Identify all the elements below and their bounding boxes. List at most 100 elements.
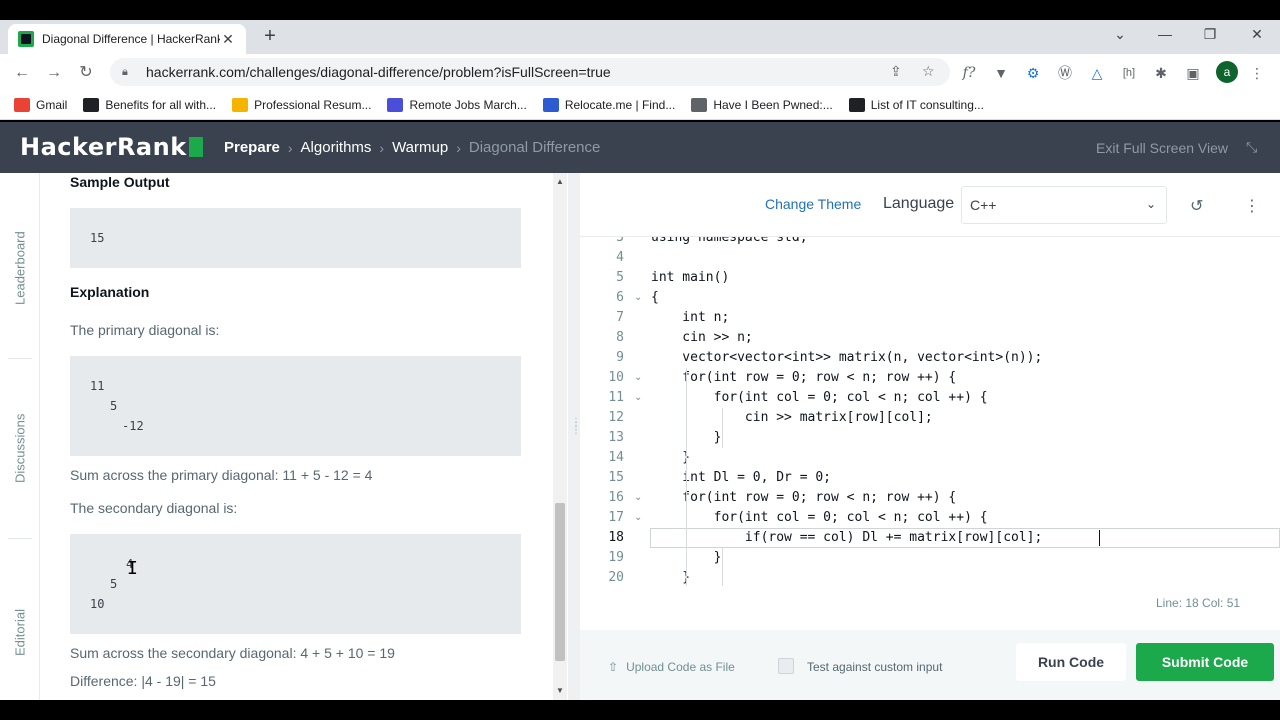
cursor-position: Line: 18 Col: 51 bbox=[1156, 596, 1241, 610]
fold-chevron-icon[interactable]: ⌄ bbox=[634, 392, 642, 403]
address-bar[interactable]: 🔒︎ hackerrank.com/challenges/diagonal-di… bbox=[110, 58, 950, 86]
panel-splitter[interactable]: ⋮ ⋮ ⋮ bbox=[568, 173, 581, 700]
line-number: 7 bbox=[616, 310, 624, 325]
line-number: 17 bbox=[608, 510, 624, 525]
tab-leaderboard[interactable]: Leaderboard bbox=[0, 213, 40, 323]
change-theme-link[interactable]: Change Theme bbox=[765, 196, 861, 212]
settings-extension-icon[interactable]: ⚙ bbox=[1024, 64, 1042, 82]
bookmark-item[interactable]: List of IT consulting... bbox=[848, 97, 984, 112]
crumb-current: Diagonal Difference bbox=[468, 139, 601, 156]
bookmark-item[interactable]: Professional Resum... bbox=[232, 97, 371, 112]
line-number: 5 bbox=[616, 270, 624, 285]
custom-input-checkbox[interactable] bbox=[778, 658, 794, 674]
browser-toolbar: ← → ↻ 🔒︎ hackerrank.com/challenges/diago… bbox=[0, 54, 1280, 90]
bookmark-favicon-icon bbox=[848, 97, 865, 112]
crumb-prepare[interactable]: Prepare bbox=[224, 139, 280, 156]
tab-editorial[interactable]: Editorial bbox=[0, 583, 40, 683]
restore-icon[interactable]: ❐ bbox=[1200, 26, 1220, 43]
browser-menu-icon[interactable]: ⋮ bbox=[1248, 64, 1266, 82]
bookmark-favicon-icon bbox=[542, 97, 559, 112]
line-number: 4 bbox=[616, 250, 624, 265]
line-number: 3 bbox=[616, 237, 624, 245]
primary-sum-text: Sum across the primary diagonal: 11 + 5 … bbox=[70, 467, 373, 483]
bookmark-label: Gmail bbox=[36, 97, 68, 112]
scroll-thumb[interactable] bbox=[555, 503, 565, 661]
lock-icon: 🔒︎ bbox=[122, 66, 128, 78]
tab-search-icon[interactable]: ⌄ bbox=[1110, 26, 1130, 43]
new-tab-button[interactable]: + bbox=[260, 26, 280, 46]
submit-code-button[interactable]: Submit Code bbox=[1136, 643, 1274, 681]
code-line: for(int col = 0; col < n; col ++) { bbox=[651, 510, 988, 525]
fold-chevron-icon[interactable]: ⌄ bbox=[634, 292, 642, 303]
sample-output-heading: Sample Output bbox=[70, 174, 170, 190]
code-line: vector<vector<int>> matrix(n, vector<int… bbox=[651, 350, 1043, 365]
language-select[interactable]: C++ ⌄ bbox=[961, 186, 1167, 224]
browser-tab-strip: Diagonal Difference | HackerRank ✕ + ⌄ —… bbox=[0, 20, 1280, 54]
formula-extension-icon[interactable]: f? bbox=[960, 64, 978, 82]
bookmark-item[interactable]: Benefits for all with... bbox=[83, 97, 216, 112]
problem-scrollbar[interactable]: ▲ ▼ bbox=[553, 173, 567, 700]
exit-fullscreen-link[interactable]: Exit Full Screen View bbox=[1096, 140, 1228, 156]
editor-toolbar: Change Theme Language C++ ⌄ ↺ ⋮ bbox=[580, 173, 1280, 237]
scroll-down-icon[interactable]: ▼ bbox=[555, 686, 565, 695]
upload-icon: ⇧ bbox=[608, 660, 619, 674]
crumb-algorithms[interactable]: Algorithms bbox=[301, 139, 372, 156]
back-icon[interactable]: ← bbox=[12, 63, 32, 83]
url-text: hackerrank.com/challenges/diagonal-diffe… bbox=[146, 64, 611, 80]
line-number: 14 bbox=[608, 450, 624, 465]
bookmark-item[interactable]: Gmail bbox=[14, 97, 68, 112]
bookmark-favicon-icon bbox=[691, 97, 708, 112]
primary-diagonal-intro: The primary diagonal is: bbox=[70, 322, 220, 338]
fold-chevron-icon[interactable]: ⌄ bbox=[634, 372, 642, 383]
bookmark-item[interactable]: Relocate.me | Find... bbox=[542, 97, 675, 112]
line-number: 10 bbox=[608, 370, 624, 385]
scroll-up-icon[interactable]: ▲ bbox=[555, 177, 565, 186]
wordpress-extension-icon[interactable]: Ⓦ bbox=[1056, 64, 1074, 82]
minimize-icon[interactable]: — bbox=[1155, 26, 1175, 42]
share-icon[interactable]: ⇪ bbox=[890, 63, 902, 80]
code-area[interactable]: 3 using namespace std; 4 5 int main() 6 ⌄ {7 in… bbox=[580, 237, 1280, 586]
drive-extension-icon[interactable]: △ bbox=[1088, 64, 1106, 82]
browser-tab[interactable]: Diagonal Difference | HackerRank ✕ bbox=[8, 24, 246, 54]
upload-code-button[interactable]: ⇧ Upload Code as File bbox=[608, 660, 735, 674]
more-options-icon[interactable]: ⋮ bbox=[1244, 196, 1260, 216]
explanation-heading: Explanation bbox=[70, 284, 150, 300]
code-line: int Dl = 0, Dr = 0; bbox=[651, 470, 832, 485]
chevron-right-icon: › bbox=[456, 139, 461, 156]
side-panel-icon[interactable]: ▣ bbox=[1184, 64, 1202, 82]
fold-chevron-icon[interactable]: ⌄ bbox=[634, 492, 642, 503]
code-line: { bbox=[651, 290, 659, 305]
close-window-icon[interactable]: ✕ bbox=[1247, 26, 1267, 43]
vpn-extension-icon[interactable]: ▼ bbox=[992, 64, 1010, 82]
extensions-puzzle-icon[interactable]: ✱ bbox=[1152, 64, 1170, 82]
profile-avatar[interactable]: a bbox=[1216, 61, 1238, 83]
forward-icon[interactable]: → bbox=[44, 63, 64, 83]
bookmark-item[interactable]: Have I Been Pwned:... bbox=[691, 97, 833, 112]
hackerrank-logo[interactable]: HackerRank bbox=[20, 133, 203, 161]
code-line: for(int row = 0; row < n; row ++) { bbox=[651, 370, 957, 385]
collapse-icon[interactable]: ⤡ bbox=[1246, 139, 1257, 156]
code-extension-icon[interactable]: [h] bbox=[1120, 64, 1138, 82]
close-tab-icon[interactable]: ✕ bbox=[220, 31, 236, 48]
primary-value: 11 bbox=[90, 379, 105, 393]
restore-history-icon[interactable]: ↺ bbox=[1190, 196, 1203, 216]
chevron-right-icon: › bbox=[379, 139, 385, 156]
custom-input-label[interactable]: Test against custom input bbox=[807, 660, 942, 674]
tab-title: Diagonal Difference | HackerRank bbox=[42, 32, 220, 46]
chevron-down-icon: ⌄ bbox=[1145, 197, 1156, 211]
fold-chevron-icon[interactable]: ⌄ bbox=[634, 512, 642, 523]
line-number: 15 bbox=[608, 470, 624, 485]
tab-divider bbox=[8, 538, 32, 539]
bookmark-star-icon[interactable]: ☆ bbox=[922, 63, 935, 80]
bookmark-favicon-icon bbox=[232, 97, 249, 112]
secondary-sum-text: Sum across the secondary diagonal: 4 + 5… bbox=[70, 645, 395, 661]
reload-icon[interactable]: ↻ bbox=[76, 63, 96, 83]
indent-guide bbox=[686, 368, 687, 586]
drag-handle-icon[interactable]: ⋮ ⋮ ⋮ bbox=[571, 418, 581, 451]
crumb-warmup[interactable]: Warmup bbox=[392, 139, 448, 156]
tab-discussions[interactable]: Discussions bbox=[0, 393, 40, 503]
run-code-button[interactable]: Run Code bbox=[1016, 643, 1126, 681]
difference-text: Difference: |4 - 19| = 15 bbox=[70, 673, 216, 689]
bookmark-item[interactable]: Remote Jobs March... bbox=[387, 97, 527, 112]
line-number: 8 bbox=[616, 330, 624, 345]
